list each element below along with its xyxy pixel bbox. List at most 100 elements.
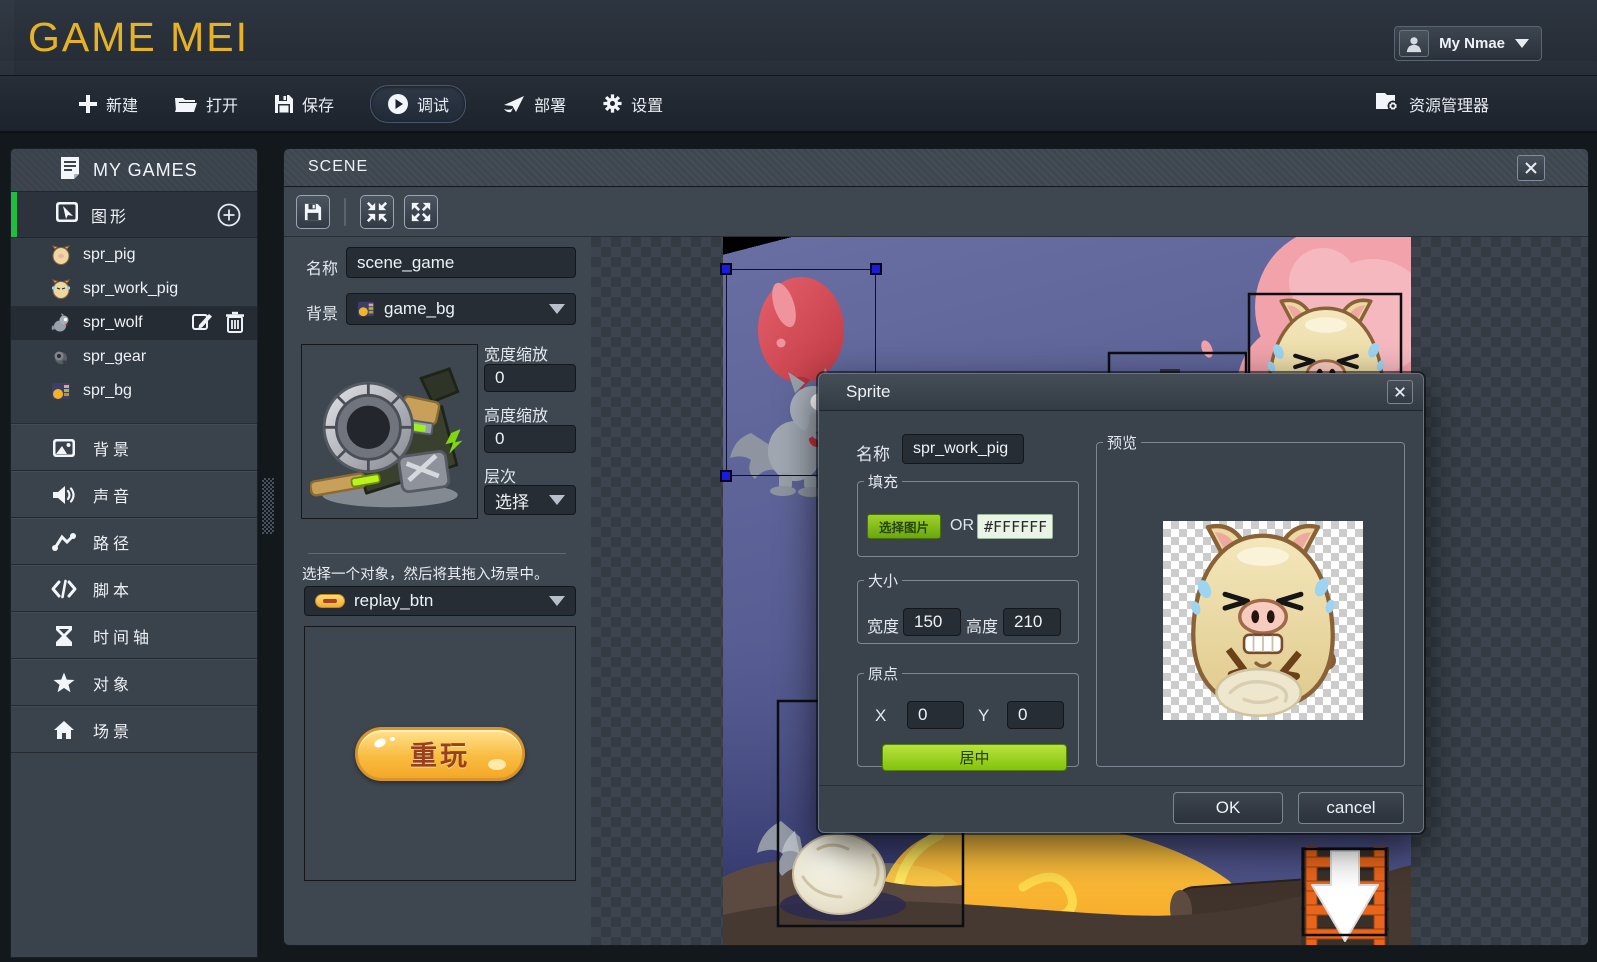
- sprite-width-input[interactable]: [903, 608, 961, 636]
- sidebar: MY GAMES 图形 spr_pig spr_work_pig spr_wol: [10, 148, 258, 958]
- toolbar-separator: [344, 198, 346, 226]
- graphics-label: 图形: [91, 203, 129, 227]
- delete-sprite-icon[interactable]: [225, 311, 245, 338]
- code-icon: [51, 579, 77, 599]
- origin-x-input[interactable]: [907, 701, 964, 729]
- layer-value: 选择: [495, 488, 529, 513]
- save-button[interactable]: 保存: [274, 92, 334, 116]
- resource-manager-button[interactable]: 资源管理器: [1375, 76, 1489, 131]
- sidebar-item-graphics[interactable]: 图形: [11, 192, 257, 238]
- scene-image-preview: [301, 344, 478, 519]
- center-origin-label: 居中: [959, 747, 989, 768]
- preview-legend: 预览: [1103, 432, 1141, 453]
- replay-button-preview: 重玩: [355, 727, 525, 781]
- selection-handle[interactable]: [720, 263, 732, 275]
- sprite-name: spr_pig: [83, 246, 135, 264]
- choose-image-label: 选择图片: [879, 517, 929, 536]
- add-sprite-button[interactable]: [217, 203, 241, 232]
- scene-panel-close-button[interactable]: [1517, 155, 1545, 181]
- sprite-name: spr_gear: [83, 348, 146, 366]
- sprite-row-spr-wolf[interactable]: spr_wolf: [11, 306, 257, 340]
- sidebar-item-timelines[interactable]: 时间轴: [11, 612, 257, 659]
- sidebar-item-objects[interactable]: 对象: [11, 659, 257, 706]
- sprite-thumbnail: [51, 347, 71, 367]
- deploy-label: 部署: [534, 92, 566, 116]
- chevron-down-icon: [549, 596, 565, 606]
- image-icon: [51, 438, 77, 458]
- play-icon: [387, 93, 409, 115]
- new-label: 新建: [106, 92, 138, 116]
- edit-sprite-icon[interactable]: [191, 311, 213, 338]
- layer-dropdown[interactable]: 选择: [484, 485, 576, 515]
- sprite-dialog-header[interactable]: Sprite: [819, 374, 1423, 411]
- width-scale-input[interactable]: [484, 364, 576, 392]
- sprite-name: spr_wolf: [83, 314, 143, 332]
- sprite-list-padding: [11, 408, 257, 424]
- ok-button[interactable]: OK: [1173, 792, 1283, 824]
- expand-view-button[interactable]: [404, 195, 438, 229]
- debug-button[interactable]: 调试: [370, 85, 466, 123]
- sidebar-item-scenes[interactable]: 场景: [11, 706, 257, 753]
- scene-name-label: 名称: [306, 255, 338, 279]
- folder-open-icon: [174, 94, 198, 114]
- sprite-preview-image: [1163, 521, 1363, 720]
- open-button[interactable]: 打开: [174, 92, 238, 116]
- floppy-icon: [304, 203, 322, 221]
- sprite-name-input[interactable]: [902, 434, 1024, 464]
- sprite-width-label: 宽度: [867, 613, 899, 637]
- sidebar-item-sounds[interactable]: 声音: [11, 471, 257, 518]
- deploy-button[interactable]: 部署: [502, 92, 566, 116]
- sprite-height-input[interactable]: [1003, 608, 1061, 636]
- object-dropdown[interactable]: replay_btn: [304, 586, 576, 616]
- center-origin-button[interactable]: 居中: [882, 744, 1067, 771]
- sidebar-item-paths[interactable]: 路径: [11, 518, 257, 565]
- panel-splitter-grip[interactable]: [262, 478, 274, 534]
- scene-save-button[interactable]: [296, 195, 330, 229]
- cancel-button[interactable]: cancel: [1298, 792, 1404, 824]
- size-legend: 大小: [864, 570, 902, 591]
- sprite-thumbnail: [51, 381, 71, 401]
- app-logo: GAME MEI: [28, 14, 249, 61]
- selection-handle[interactable]: [720, 470, 732, 482]
- sprite-dialog-title: Sprite: [846, 382, 890, 402]
- width-scale-label: 宽度缩放: [484, 341, 548, 365]
- save-label: 保存: [302, 92, 334, 116]
- scene-name-input[interactable]: [346, 247, 576, 278]
- work-pig-image: [1175, 522, 1351, 720]
- layer-label: 层次: [484, 463, 516, 487]
- sidebar-item-scripts[interactable]: 脚本: [11, 565, 257, 612]
- replay-button-thumbnail: [315, 594, 345, 608]
- category-label: 背景: [93, 436, 133, 460]
- sprite-row-spr-gear[interactable]: spr_gear: [11, 340, 257, 374]
- app-header: GAME MEI My Nmae: [0, 0, 1597, 76]
- close-icon: [1524, 161, 1538, 175]
- sprite-row-spr-work-pig[interactable]: spr_work_pig: [11, 272, 257, 306]
- home-icon: [51, 720, 77, 740]
- scene-background-label: 背景: [306, 300, 338, 324]
- origin-y-input[interactable]: [1007, 701, 1064, 729]
- height-scale-input[interactable]: [484, 425, 576, 453]
- settings-button[interactable]: 设置: [602, 92, 663, 116]
- ladder: [1301, 847, 1389, 945]
- sprite-row-spr-pig[interactable]: spr_pig: [11, 238, 257, 272]
- sidebar-item-backgrounds[interactable]: 背景: [11, 424, 257, 471]
- choose-image-button[interactable]: 选择图片: [867, 514, 941, 539]
- selection-handle[interactable]: [870, 263, 882, 275]
- drag-hint-text: 选择一个对象，然后将其拖入场景中。: [302, 563, 582, 584]
- paper-plane-icon: [502, 94, 526, 114]
- chevron-down-icon: [549, 495, 565, 505]
- folder-gear-icon: [1375, 90, 1401, 117]
- gear-machine-image: [310, 352, 470, 512]
- collapse-view-button[interactable]: [360, 195, 394, 229]
- user-menu[interactable]: My Nmae: [1394, 26, 1542, 61]
- category-label: 声音: [93, 483, 133, 507]
- open-label: 打开: [206, 92, 238, 116]
- origin-x-label: X: [875, 706, 886, 726]
- scene-background-dropdown[interactable]: game_bg: [346, 293, 576, 325]
- arrows-collapse-icon: [366, 201, 388, 223]
- sprite-row-spr-bg[interactable]: spr_bg: [11, 374, 257, 408]
- fill-color-input[interactable]: [977, 514, 1053, 539]
- sprite-name: spr_work_pig: [83, 280, 178, 298]
- new-button[interactable]: 新建: [78, 92, 138, 116]
- sprite-dialog-close-button[interactable]: [1387, 380, 1413, 404]
